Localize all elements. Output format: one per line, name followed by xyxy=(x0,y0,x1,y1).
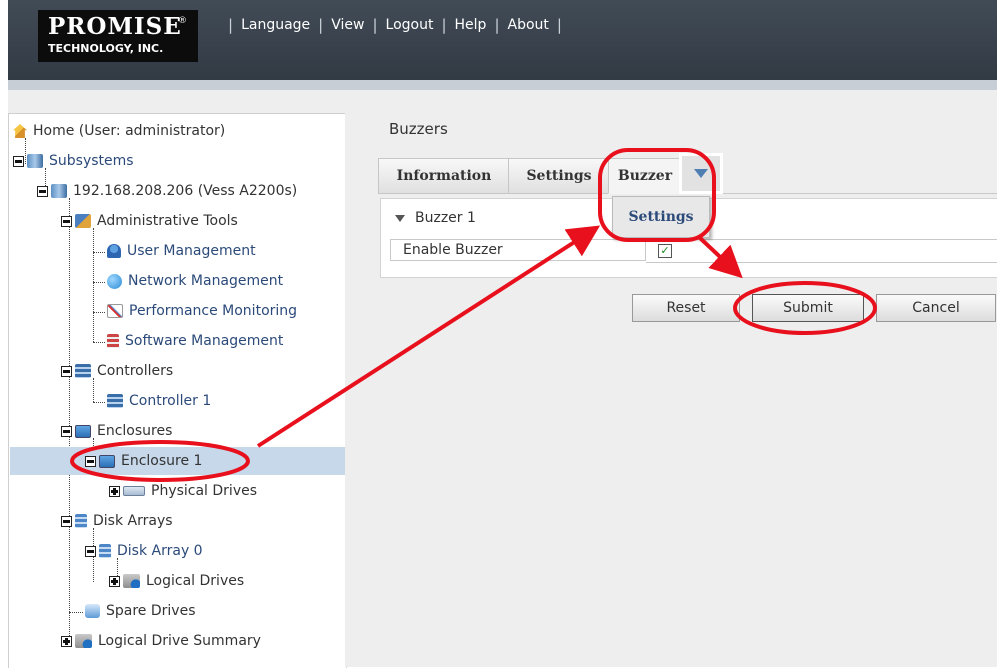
tree-label: Logical Drive Summary xyxy=(98,633,261,649)
submit-button[interactable]: Submit xyxy=(752,294,864,322)
tree-label: Disk Arrays xyxy=(93,513,173,529)
collapse-icon[interactable] xyxy=(37,185,48,197)
tree-label: Spare Drives xyxy=(106,603,196,619)
home-icon xyxy=(13,124,27,138)
collapse-icon[interactable] xyxy=(85,455,96,467)
tree-label: User Management xyxy=(127,243,256,259)
tree-disk-arrays[interactable]: Disk Arrays xyxy=(61,507,173,535)
tree-physical-drives[interactable]: Physical Drives xyxy=(109,477,257,505)
drive-icon xyxy=(123,486,145,496)
collapse-icon[interactable] xyxy=(61,215,72,227)
globe-icon xyxy=(107,273,122,289)
tree-enclosure-1[interactable]: Enclosure 1 xyxy=(10,447,345,475)
logical-drive-icon xyxy=(75,634,92,648)
cancel-button[interactable]: Cancel xyxy=(876,294,996,322)
expand-icon[interactable] xyxy=(109,575,120,587)
tree-logical-drives[interactable]: Logical Drives xyxy=(109,567,244,595)
controller-icon xyxy=(107,394,123,408)
spare-drive-icon xyxy=(85,604,100,618)
tree-label: Administrative Tools xyxy=(97,213,238,229)
enable-buzzer-label: Enable Buzzer xyxy=(390,239,646,261)
section-title: Buzzer 1 xyxy=(415,210,476,226)
reset-button[interactable]: Reset xyxy=(632,294,740,322)
promise-logo: PROMISE ® TECHNOLOGY, INC. xyxy=(38,10,198,62)
header-divider xyxy=(8,80,997,90)
enclosure-icon xyxy=(99,454,115,468)
enable-buzzer-checkbox[interactable]: ✓ xyxy=(658,244,672,258)
collapse-icon[interactable] xyxy=(13,155,24,167)
logical-drive-icon xyxy=(123,574,140,588)
top-menu: | Language | View | Logout | Help | Abou… xyxy=(228,16,562,34)
software-icon xyxy=(107,334,119,348)
tree-label: Physical Drives xyxy=(151,483,258,499)
user-icon xyxy=(107,244,121,258)
tab-settings[interactable]: Settings xyxy=(508,158,610,194)
tab-dropdown-button[interactable] xyxy=(679,153,723,194)
tree-home[interactable]: Home (User: administrator) xyxy=(13,117,225,145)
navigation-tree: Home (User: administrator) Subsystems 19… xyxy=(8,113,347,668)
collapse-icon[interactable] xyxy=(61,365,72,377)
collapse-icon[interactable] xyxy=(85,545,96,557)
triangle-down-icon xyxy=(694,169,708,178)
page-title: Buzzers xyxy=(389,120,448,138)
logo-registered: ® xyxy=(178,16,187,26)
menu-logout[interactable]: Logout xyxy=(386,17,434,33)
collapse-triangle-icon[interactable] xyxy=(395,214,405,222)
menu-language[interactable]: Language xyxy=(241,17,310,33)
tree-label: Network Management xyxy=(128,273,284,289)
tab-information[interactable]: Information xyxy=(378,158,510,194)
tree-enclosures[interactable]: Enclosures xyxy=(61,417,172,445)
tree-disk-array-0[interactable]: Disk Array 0 xyxy=(85,537,203,565)
controller-icon xyxy=(75,364,91,378)
tree-network-management[interactable]: Network Management xyxy=(107,267,283,295)
tree-performance-monitoring[interactable]: Performance Monitoring xyxy=(107,297,297,325)
menu-view[interactable]: View xyxy=(331,17,364,33)
disk-array-icon xyxy=(75,514,87,528)
tree-label: Enclosure 1 xyxy=(121,453,203,469)
enclosure-icon xyxy=(75,424,91,438)
tree-label: Home (User: administrator) xyxy=(33,123,226,139)
tree-label: Logical Drives xyxy=(146,573,245,589)
tree-admin-tools[interactable]: Administrative Tools xyxy=(61,207,238,235)
tree-label: Enclosures xyxy=(97,423,173,439)
logo-text: PROMISE xyxy=(48,13,182,40)
tree-spare-drives[interactable]: Spare Drives xyxy=(85,597,195,625)
server-icon xyxy=(27,154,43,168)
tree-software-management[interactable]: Software Management xyxy=(107,327,283,355)
tree-label: Controllers xyxy=(97,363,174,379)
tree-controller-1[interactable]: Controller 1 xyxy=(107,387,211,415)
tree-label: Controller 1 xyxy=(129,393,212,409)
menu-help[interactable]: Help xyxy=(455,17,487,33)
collapse-icon[interactable] xyxy=(61,425,72,437)
server-icon xyxy=(51,184,67,198)
tree-label: Disk Array 0 xyxy=(117,543,203,559)
dropdown-settings-item[interactable]: Settings xyxy=(612,196,710,238)
tree-controllers[interactable]: Controllers xyxy=(61,357,173,385)
collapse-icon[interactable] xyxy=(61,515,72,527)
logo-subtext: TECHNOLOGY, INC. xyxy=(48,42,164,55)
tree-label: Software Management xyxy=(125,333,284,349)
tree-label: Subsystems xyxy=(49,153,134,169)
tree-label: Performance Monitoring xyxy=(129,303,298,319)
enable-buzzer-cell xyxy=(646,239,997,263)
chart-icon xyxy=(107,304,123,318)
tools-icon xyxy=(75,214,91,228)
tree-user-management[interactable]: User Management xyxy=(107,237,256,265)
tree-subsystem-ip[interactable]: 192.168.208.206 (Vess A2200s) xyxy=(37,177,297,205)
disk-array-icon xyxy=(99,544,111,558)
app-header: PROMISE ® TECHNOLOGY, INC. | Language | … xyxy=(8,0,997,80)
tree-subsystems[interactable]: Subsystems xyxy=(13,147,134,175)
expand-icon[interactable] xyxy=(109,485,120,497)
tab-buzzer[interactable]: Buzzer xyxy=(608,158,682,194)
menu-about[interactable]: About xyxy=(508,17,549,33)
tree-label: 192.168.208.206 (Vess A2200s) xyxy=(73,183,298,199)
tree-logical-drive-summary[interactable]: Logical Drive Summary xyxy=(61,627,261,655)
expand-icon[interactable] xyxy=(61,635,72,647)
